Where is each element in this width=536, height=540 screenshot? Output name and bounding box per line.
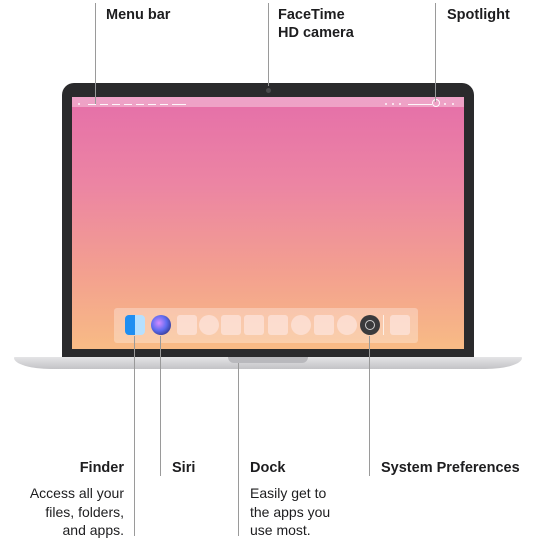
spotlight-leader <box>435 3 436 102</box>
dock-description-3: use most. <box>250 522 311 538</box>
status-icon <box>385 103 387 105</box>
facetime-label-line1: FaceTime <box>278 7 345 23</box>
siri-label: Siri <box>172 460 196 476</box>
finder-label: Finder <box>79 460 124 476</box>
finder-description-1: Access all your <box>29 485 124 501</box>
dock-app <box>268 315 288 335</box>
menu-item <box>148 104 156 105</box>
finder-description-2: files, folders, <box>45 504 124 520</box>
dock-app <box>337 315 357 335</box>
menu-item <box>124 104 132 105</box>
dock-separator <box>383 315 384 335</box>
laptop-notch <box>228 357 308 363</box>
system-preferences-leader <box>369 336 370 476</box>
dock-app <box>314 315 334 335</box>
dock-app <box>199 315 219 335</box>
menu-item <box>136 104 144 105</box>
dock-label: Dock <box>250 460 286 476</box>
menu-item <box>88 104 96 105</box>
facetime-label-line2: HD camera <box>278 25 354 41</box>
dock-description-1: Easily get to <box>250 485 327 501</box>
spotlight-icon <box>432 99 440 107</box>
menu-bar <box>72 97 464 107</box>
status-icon <box>399 103 401 105</box>
menu-item <box>160 104 168 105</box>
menu-item <box>100 104 108 105</box>
siri-icon <box>151 315 171 335</box>
dock-description-2: the apps you <box>250 504 331 520</box>
menu-item <box>172 104 186 105</box>
facetime-leader <box>268 3 269 86</box>
status-icon <box>452 103 454 105</box>
status-icon <box>444 103 446 105</box>
finder-description-3: and apps. <box>62 522 125 538</box>
menu-bar-leader <box>95 3 96 104</box>
system-preferences-icon <box>360 315 380 335</box>
finder-leader <box>134 336 135 536</box>
facetime-camera <box>266 88 271 93</box>
dock-app <box>291 315 311 335</box>
dock-app <box>221 315 241 335</box>
status-icon <box>392 103 394 105</box>
dock-app <box>244 315 264 335</box>
finder-icon <box>125 315 145 335</box>
menu-item <box>112 104 120 105</box>
system-preferences-label: System Preferences <box>381 460 520 476</box>
dock-app <box>177 315 197 335</box>
menu-bar-label: Menu bar <box>106 7 171 23</box>
dock-trash <box>390 315 410 335</box>
apple-menu-icon <box>78 103 80 105</box>
spotlight-label: Spotlight <box>447 7 510 23</box>
dock-leader <box>238 363 239 536</box>
siri-leader <box>160 336 161 476</box>
menu-clock <box>408 104 432 105</box>
